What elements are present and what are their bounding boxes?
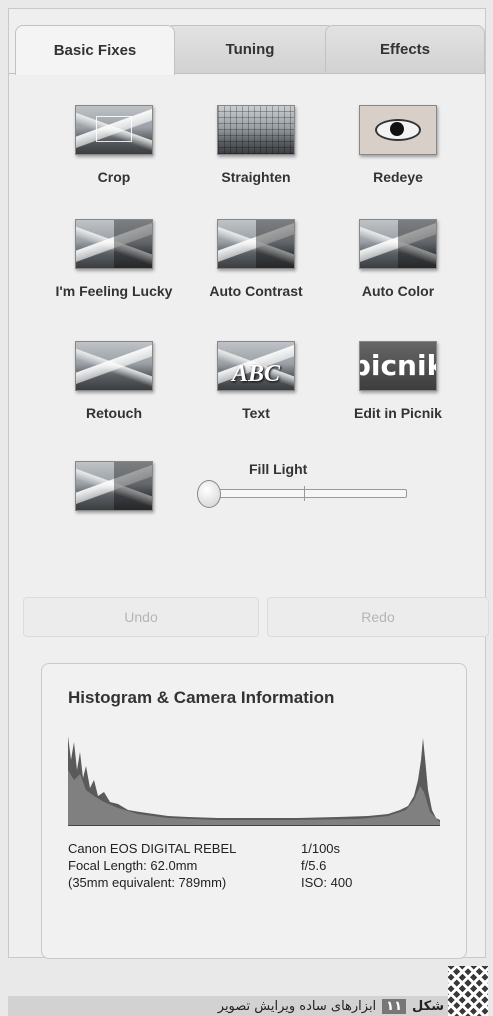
edit-in-picnik-label: Edit in Picnik [354,405,442,421]
redeye-label: Redeye [373,169,423,185]
picnik-logo-icon: picnik [359,341,437,391]
redo-button[interactable]: Redo [267,597,489,637]
retouch-icon [75,341,153,391]
tab-effects[interactable]: Effects [325,25,485,73]
picnik-logo-text: picnik [360,349,436,382]
focal-equivalent: (35mm equivalent: 789mm) [68,875,227,890]
histogram-panel: Histogram & Camera Information Canon EOS… [41,663,467,959]
aperture: f/5.6 [301,858,327,873]
caption-number: ۱۱ [382,998,407,1014]
caption-text: ابزارهای ساده ویرایش تصویر [217,998,377,1014]
tab-tuning[interactable]: Tuning [165,25,335,73]
text-thumb-label: ABC [231,361,281,387]
focal-length: Focal Length: 62.0mm [68,858,198,873]
eye-icon [359,105,437,155]
camera-info-left: Canon EOS DIGITAL REBEL Focal Length: 62… [68,840,236,891]
auto-color-tool[interactable]: Auto Color [313,219,483,299]
edit-in-picnik-tool[interactable]: picnik Edit in Picnik [313,341,483,421]
tab-basic-fixes[interactable]: Basic Fixes [15,25,175,75]
straighten-icon [217,105,295,155]
redeye-tool[interactable]: Redeye [313,105,483,185]
feeling-lucky-icon [75,219,153,269]
fill-light-slider-handle[interactable] [197,480,221,508]
auto-color-label: Auto Color [361,283,435,299]
caption-label: شکل [412,998,444,1014]
pattern-logo-icon [448,966,488,1016]
fill-light-icon [75,461,153,511]
camera-info-right: 1/100s f/5.6 ISO: 400 [301,840,352,891]
text-icon: ABC [217,341,295,391]
auto-contrast-icon [217,219,295,269]
fill-light-label: Fill Light [249,461,308,477]
auto-color-icon [359,219,437,269]
fill-light-slider-track[interactable] [199,486,407,501]
iso-value: ISO: 400 [301,875,353,890]
shutter-speed: 1/100s [301,841,341,856]
fill-light-preview [29,461,199,511]
camera-model: Canon EOS DIGITAL REBEL [68,841,237,856]
editor-panel: Tuning Effects Basic Fixes Crop Straight… [8,8,489,959]
histogram-graph [68,730,440,826]
crop-icon [75,105,153,155]
slider-midpoint-tick [304,486,305,501]
undo-button[interactable]: Undo [23,597,259,637]
histogram-title: Histogram & Camera Information [68,688,335,707]
figure-caption: شکل ۱۱ ابزارهای ساده ویرایش تصویر [8,996,448,1016]
tab-bar: Tuning Effects Basic Fixes [15,25,485,75]
